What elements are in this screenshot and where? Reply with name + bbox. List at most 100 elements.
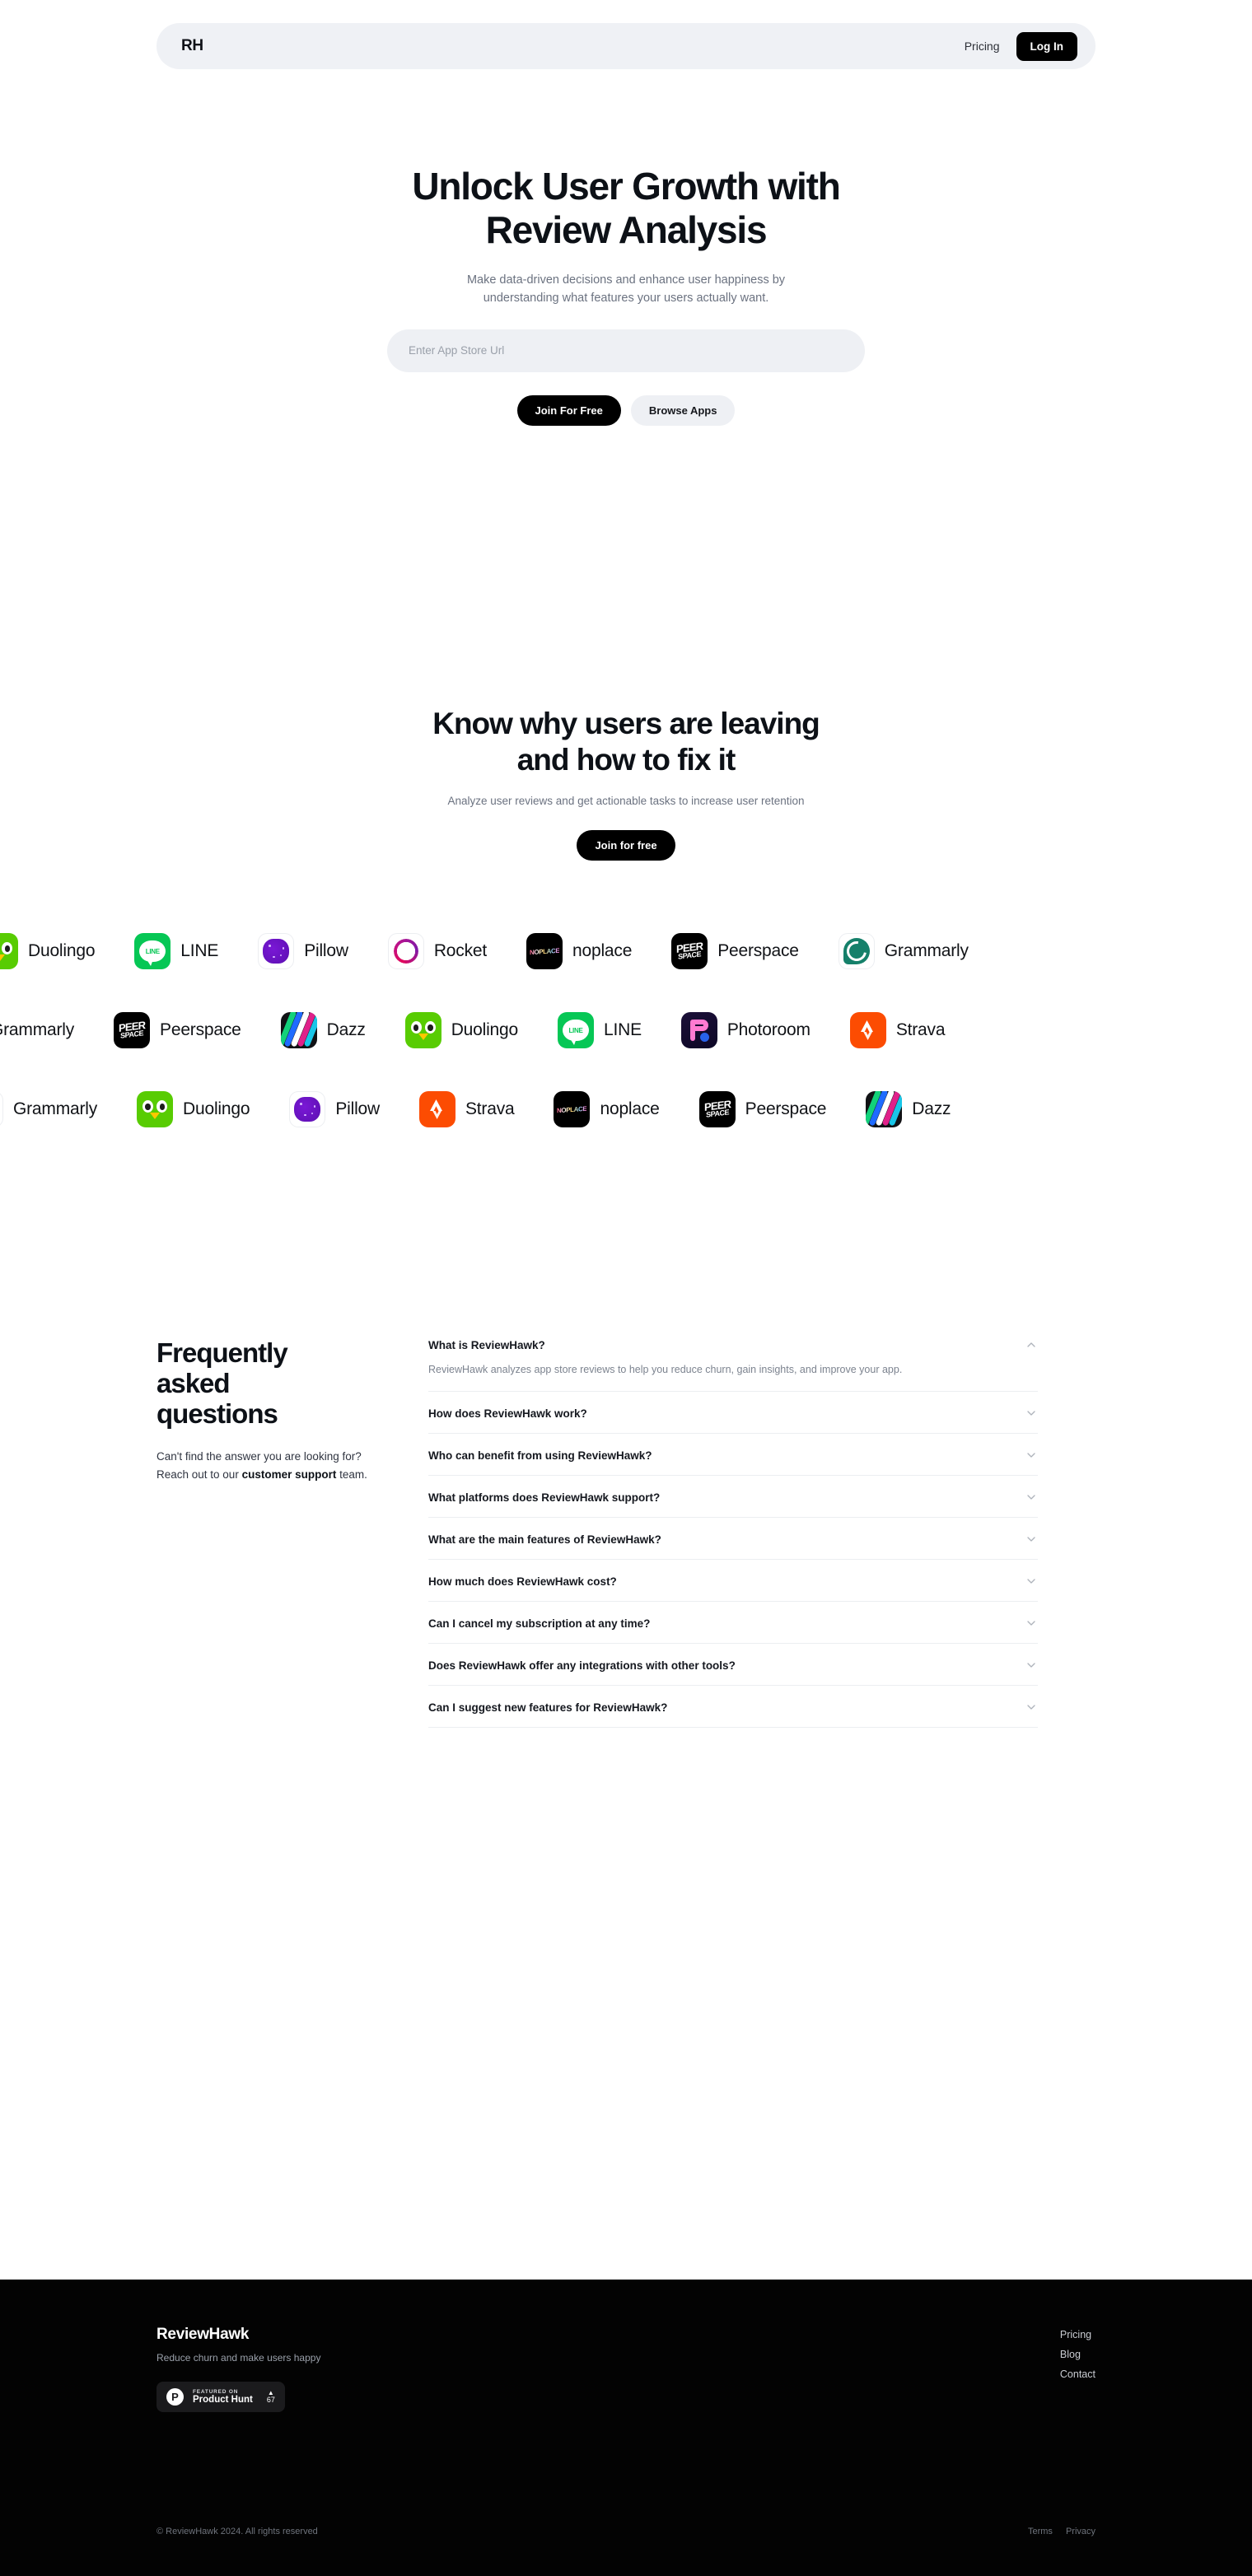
chevron-down-icon[interactable] xyxy=(1025,1659,1038,1672)
chevron-down-icon[interactable] xyxy=(1025,1407,1038,1420)
peerspace-icon: PEER SPACE xyxy=(698,1091,736,1128)
value-prop-title-line-2: and how to fix it xyxy=(516,743,736,777)
logo-item[interactable]: Grammarly xyxy=(0,1012,74,1048)
faq-item[interactable]: What are the main features of ReviewHawk… xyxy=(428,1518,1038,1561)
grammarly-icon xyxy=(838,933,875,970)
faq-item[interactable]: Can I suggest new features for ReviewHaw… xyxy=(428,1686,1038,1729)
faq-item[interactable]: Can I cancel my subscription at any time… xyxy=(428,1602,1038,1645)
logo-item[interactable]: Duolingo xyxy=(404,1012,518,1049)
hero-input-container xyxy=(0,329,1252,372)
faq-question-text: What is ReviewHawk? xyxy=(428,1338,545,1351)
logo-item[interactable]: Dazz xyxy=(866,1091,951,1128)
logo-item-label: Peerspace xyxy=(745,1099,827,1119)
product-hunt-upvote-count: 67 xyxy=(266,2395,275,2404)
footer: ReviewHawk Reduce churn and make users h… xyxy=(0,2280,1252,2576)
faq-question-row[interactable]: Who can benefit from using ReviewHawk? xyxy=(428,1449,1038,1462)
value-prop-subtitle: Analyze user reviews and get actionable … xyxy=(447,795,805,808)
value-prop-section: Know why users are leaving and how to fi… xyxy=(0,426,1252,861)
faq-question-row[interactable]: What platforms does ReviewHawk support? xyxy=(428,1491,1038,1504)
logo-marquee-section: Duolingo LINE LINE Pillow Rocket NOPLACE nopla… xyxy=(0,912,1252,1149)
join-for-free-button[interactable]: Join For Free xyxy=(516,394,621,426)
product-hunt-text: FEATURED ON Product Hunt xyxy=(193,2389,253,2406)
logo-item[interactable]: Dazz xyxy=(280,1012,366,1049)
faq-item[interactable]: How much does ReviewHawk cost? xyxy=(428,1560,1038,1603)
browse-apps-button[interactable]: Browse Apps xyxy=(630,394,736,426)
hero-subtitle-line-2: understanding what features your users a… xyxy=(483,292,769,306)
faq-question-row[interactable]: Can I cancel my subscription at any time… xyxy=(428,1617,1038,1630)
logo-item[interactable]: Pillow xyxy=(289,1091,380,1128)
duolingo-icon xyxy=(0,933,18,970)
logo-item[interactable]: LINE LINE xyxy=(557,1012,642,1049)
faq-item[interactable]: Does ReviewHawk offer any integrations w… xyxy=(428,1644,1038,1687)
logo-item-label: noplace xyxy=(600,1099,660,1119)
hero-title-line-2: Review Analysis xyxy=(485,208,768,252)
value-prop-title-line-1: Know why users are leaving xyxy=(432,706,820,740)
logo-item[interactable]: Grammarly xyxy=(0,1091,97,1128)
faq-question-row[interactable]: What is ReviewHawk? xyxy=(428,1338,1038,1351)
faq-item[interactable]: How does ReviewHawk work? xyxy=(428,1392,1038,1435)
logo-item[interactable]: Photoroom xyxy=(680,1012,811,1049)
brand-logo[interactable]: RH xyxy=(181,37,203,55)
faq-answer-text: ReviewHawk analyzes app store reviews to… xyxy=(428,1364,903,1376)
logo-item[interactable]: Duolingo xyxy=(137,1091,250,1128)
footer-bottom: © ReviewHawk 2024. All rights reserved T… xyxy=(156,2527,1096,2536)
chevron-down-icon[interactable] xyxy=(1025,1449,1038,1462)
logo-item[interactable]: PEER SPACE Peerspace xyxy=(114,1012,241,1049)
logo-item[interactable]: Strava xyxy=(418,1091,515,1128)
chevron-down-icon[interactable] xyxy=(1025,1701,1038,1714)
dazz-icon xyxy=(866,1091,903,1128)
footer-brand-name: ReviewHawk xyxy=(156,2326,250,2343)
faq-question-row[interactable]: What are the main features of ReviewHawk… xyxy=(428,1533,1038,1546)
logo-item-label: Grammarly xyxy=(0,1020,75,1040)
faq-question-row[interactable]: Can I suggest new features for ReviewHaw… xyxy=(428,1701,1038,1714)
footer-brand: ReviewHawk Reduce churn and make users h… xyxy=(156,2326,320,2412)
logo-item[interactable]: Duolingo xyxy=(0,933,95,970)
footer-legal-privacy[interactable]: Privacy xyxy=(1066,2527,1096,2536)
login-button[interactable]: Log In xyxy=(1016,31,1077,61)
app-store-url-input[interactable] xyxy=(387,329,865,372)
footer-tagline: Reduce churn and make users happy xyxy=(156,2352,321,2364)
footer-link-contact[interactable]: Contact xyxy=(1060,2368,1096,2380)
chevron-up-icon[interactable] xyxy=(1025,1338,1038,1351)
faq-question-text: Does ReviewHawk offer any integrations w… xyxy=(428,1659,736,1672)
logo-item-label: Peerspace xyxy=(160,1020,241,1040)
logo-item[interactable]: Rocket xyxy=(387,933,487,970)
footer-legal-terms[interactable]: Terms xyxy=(1028,2527,1053,2536)
logo-item-label: Photoroom xyxy=(726,1020,811,1040)
footer-link-pricing[interactable]: Pricing xyxy=(1060,2329,1096,2340)
footer-link-blog[interactable]: Blog xyxy=(1060,2349,1096,2360)
logo-item[interactable]: NOPLACE noplace xyxy=(554,1091,660,1128)
faq-question-row[interactable]: How does ReviewHawk work? xyxy=(428,1407,1038,1420)
chevron-down-icon[interactable] xyxy=(1025,1491,1038,1504)
faq-question-text: What platforms does ReviewHawk support? xyxy=(428,1491,661,1504)
faq-question-row[interactable]: How much does ReviewHawk cost? xyxy=(428,1575,1038,1588)
product-hunt-badge[interactable]: P FEATURED ON Product Hunt ▲ 67 xyxy=(156,2382,285,2412)
noplace-icon: NOPLACE xyxy=(554,1091,591,1128)
join-for-free-button-secondary[interactable]: Join for free xyxy=(577,830,675,861)
nav-link-pricing[interactable]: Pricing xyxy=(965,40,1000,53)
logo-item[interactable]: NOPLACE noplace xyxy=(526,933,632,970)
chevron-down-icon[interactable] xyxy=(1025,1617,1038,1630)
faq-question-text: What are the main features of ReviewHawk… xyxy=(428,1533,661,1546)
logo-item[interactable]: Grammarly xyxy=(838,933,969,970)
chevron-down-icon[interactable] xyxy=(1025,1533,1038,1546)
faq-question-text: Who can benefit from using ReviewHawk? xyxy=(428,1449,652,1462)
dazz-icon xyxy=(280,1012,317,1049)
logo-item[interactable]: Pillow xyxy=(258,933,348,970)
logo-item[interactable]: LINE LINE xyxy=(134,933,219,970)
faq-title-line-3: questions xyxy=(156,1398,278,1430)
logo-item[interactable]: PEER SPACE Peerspace xyxy=(698,1091,827,1128)
logo-item-label: Duolingo xyxy=(451,1020,518,1040)
faq-item[interactable]: What is ReviewHawk? ReviewHawk analyzes a… xyxy=(428,1338,1038,1393)
peerspace-icon: PEER SPACE xyxy=(671,933,708,970)
logo-item[interactable]: PEER SPACE Peerspace xyxy=(671,933,799,970)
footer-top: ReviewHawk Reduce churn and make users h… xyxy=(156,2326,1096,2412)
faq-question-row[interactable]: Does ReviewHawk offer any integrations w… xyxy=(428,1659,1038,1672)
product-hunt-upvote: ▲ 67 xyxy=(266,2389,275,2405)
faq-item[interactable]: What platforms does ReviewHawk support? xyxy=(428,1476,1038,1519)
faq-help-link[interactable]: customer support xyxy=(242,1468,337,1481)
logo-item-label: LINE xyxy=(180,941,219,961)
faq-item[interactable]: Who can benefit from using ReviewHawk? xyxy=(428,1434,1038,1477)
logo-item[interactable]: Strava xyxy=(849,1012,946,1049)
chevron-down-icon[interactable] xyxy=(1025,1575,1038,1588)
